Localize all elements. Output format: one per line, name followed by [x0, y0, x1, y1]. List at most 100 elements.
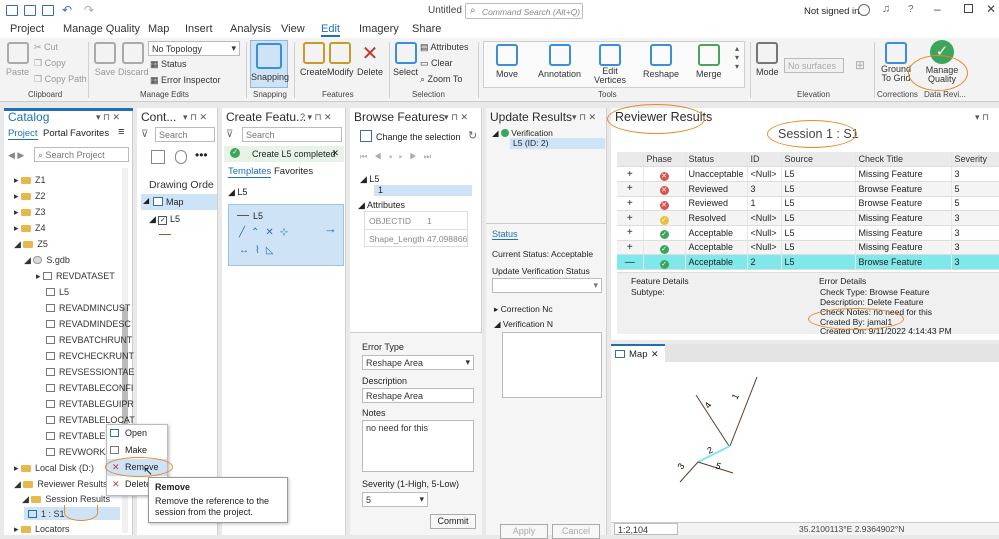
select-button[interactable]: Select	[393, 42, 418, 77]
navigation-arrows-icon[interactable]: ⏮◀◂▸▶⏭	[360, 152, 438, 162]
menu-item-open[interactable]: Open	[107, 425, 167, 442]
gallery-scroll-icon[interactable]: ▴ ▾ ▾	[735, 44, 739, 71]
command-search[interactable]: ⌕ Command Search (Alt+Q)	[465, 3, 583, 19]
snapping-button[interactable]: Snapping	[250, 40, 289, 88]
tab-view[interactable]: View	[281, 23, 305, 35]
table-row[interactable]: + ✕ Unacceptable <Null> L5 Missing Feature 3	[617, 166, 999, 182]
discard-button[interactable]: Discard	[118, 42, 149, 77]
more-icon[interactable]: •••	[195, 148, 208, 162]
verification-notes-textarea[interactable]	[502, 332, 602, 398]
pane-options-icon[interactable]: ? ▾ ⊓ ✕	[300, 112, 332, 123]
tree-item-z1[interactable]: ▸ Z1	[14, 175, 46, 186]
verification-item[interactable]: L5 (ID: 2)	[510, 138, 605, 149]
verification-notes-section[interactable]: ◢ Verification N	[494, 319, 553, 330]
verification-status-dropdown[interactable]: ▾	[492, 278, 602, 293]
attributes-button[interactable]: ▤ Attributes	[420, 42, 469, 53]
list-by-source-icon[interactable]	[175, 150, 187, 164]
construction-tools-icon[interactable]: ╱⌃✕⊹	[239, 227, 294, 238]
contents-search-input[interactable]: Search	[155, 127, 215, 142]
table-row[interactable]: + ✓ Acceptable <Null> L5 Missing Feature 3	[617, 240, 999, 256]
sign-in-status[interactable]: Not signed in	[804, 6, 859, 17]
tree-item-table[interactable]: REVTABLEGUIPR	[46, 399, 134, 409]
tab-project[interactable]: Project	[10, 23, 44, 35]
cancel-button[interactable]: Cancel	[552, 524, 600, 539]
delete-button[interactable]: ✕ Delete	[357, 42, 383, 77]
list-by-drawing-order-icon[interactable]	[151, 150, 165, 164]
tree-item-table[interactable]: REVSESSIONTAE	[46, 367, 134, 377]
filter-icon[interactable]: ⊽	[141, 129, 148, 140]
edit-vertices-tool[interactable]: Edit Vertices	[593, 44, 627, 85]
copy-path-button[interactable]: ❐ Copy Path	[34, 74, 87, 85]
restore-icon[interactable]	[964, 4, 973, 13]
minimize-icon[interactable]: –	[934, 2, 941, 16]
browse-feature-id[interactable]: 1	[374, 185, 472, 196]
create-button[interactable]: Create	[300, 42, 327, 77]
tree-item-table[interactable]: REVADMINCUST	[46, 303, 130, 313]
help-icon[interactable]: ?	[908, 4, 914, 15]
tab-analysis[interactable]: Analysis	[230, 23, 271, 35]
tree-item-table[interactable]: REVTABLECONFI	[46, 383, 133, 393]
copy-button[interactable]: ❐ Copy	[34, 58, 66, 69]
tab-manage-quality[interactable]: Manage Quality	[63, 23, 140, 35]
bell-icon[interactable]: ♫	[882, 3, 890, 15]
change-selection-link[interactable]: Change the selection	[376, 132, 461, 142]
map-layer-item[interactable]: ◢ Map	[141, 194, 217, 210]
template-l5[interactable]: L5 ╱⌃✕⊹ ↔⌇◺ →	[228, 204, 344, 266]
new-project-icon[interactable]	[6, 5, 18, 16]
column-header[interactable]: Severity	[951, 152, 999, 168]
tree-item-table[interactable]: REVBATCHRUNT	[46, 335, 132, 345]
column-header[interactable]: Check Title	[855, 152, 952, 168]
topology-dropdown[interactable]: No Topology ▾	[148, 41, 240, 56]
table-row[interactable]: + ✕ Reviewed 3 L5 Browse Feature 5	[617, 181, 999, 197]
tab-edit[interactable]: Edit	[321, 23, 340, 37]
expand-icon[interactable]: +	[617, 225, 644, 241]
add-surface-icon[interactable]: ⊞	[855, 58, 865, 72]
refresh-icon[interactable]: ↻	[468, 129, 477, 142]
ground-to-grid-button[interactable]: Ground To Grid	[880, 42, 912, 83]
tab-imagery[interactable]: Imagery	[359, 23, 399, 35]
table-row[interactable]: + ✕ Reviewed 1 L5 Browse Feature 5	[617, 196, 999, 212]
expand-icon[interactable]: +	[617, 166, 644, 182]
tab-share[interactable]: Share	[412, 23, 441, 35]
back-icon[interactable]: ◀ ▶	[8, 150, 24, 161]
tree-item-gdb[interactable]: ◢ S.gdb	[24, 255, 70, 266]
browse-layer-l5[interactable]: ◢ L5	[360, 174, 379, 185]
tree-item-table[interactable]: REVTABLEM	[46, 431, 113, 441]
tree-item-table[interactable]: REVADMINDESC	[46, 319, 131, 329]
template-group-l5[interactable]: ◢ L5	[228, 187, 247, 198]
save-edits-button[interactable]: Save	[94, 42, 116, 77]
error-inspector-button[interactable]: ▦ Error Inspector	[150, 75, 221, 86]
description-input[interactable]: Reshape Area	[362, 388, 474, 403]
catalog-tab-favorites[interactable]: Favorites	[70, 128, 109, 139]
redo-icon[interactable]: ↷	[84, 3, 94, 17]
severity-dropdown[interactable]: 5 ▾	[362, 492, 428, 507]
reshape-tool[interactable]: Reshape	[643, 44, 679, 79]
tree-item-reviewer-results[interactable]: ◢ Reviewer Results	[14, 479, 107, 490]
catalog-search-input[interactable]: ⌕ Search Project	[34, 147, 129, 162]
tree-item-z2[interactable]: ▸ Z2	[14, 191, 46, 202]
scale-dropdown[interactable]: 1:2,104	[614, 523, 678, 535]
catalog-tab-portal[interactable]: Portal	[43, 128, 68, 139]
table-row[interactable]: + ✓ Acceptable <Null> L5 Missing Feature 3	[617, 225, 999, 241]
save-project-icon[interactable]	[42, 5, 54, 16]
commit-button[interactable]: Commit	[430, 514, 476, 529]
error-type-dropdown[interactable]: Reshape Area ▾	[362, 355, 474, 370]
tree-item-z5[interactable]: ◢ Z5	[14, 239, 48, 250]
templates-search-input[interactable]: Search	[242, 127, 342, 142]
map-tab[interactable]: Map ✕	[611, 344, 665, 362]
tree-item-l5[interactable]: L5	[46, 287, 69, 297]
status-tab[interactable]: Status	[492, 229, 518, 240]
l5-layer-item[interactable]: ◢ ✓ L5	[149, 214, 180, 225]
tree-item-revdataset[interactable]: ▸ REVDATASET	[36, 271, 115, 282]
close-window-icon[interactable]: ✕	[986, 2, 996, 16]
undo-icon[interactable]: ↶	[62, 3, 72, 17]
pane-options-icon[interactable]: ▾ ⊓ ✕	[96, 112, 120, 123]
mode-button[interactable]: Mode	[756, 42, 779, 77]
tab-map[interactable]: Map	[148, 23, 169, 35]
pane-options-icon[interactable]: ▾ ⊓	[975, 112, 989, 123]
column-header[interactable]: Status	[685, 152, 748, 168]
status-button[interactable]: ▦ Status	[150, 59, 187, 70]
close-icon[interactable]: ✕	[651, 349, 659, 360]
map-canvas[interactable]: 4 1 2 3 5	[611, 364, 999, 514]
column-header[interactable]: Phase	[643, 152, 686, 168]
